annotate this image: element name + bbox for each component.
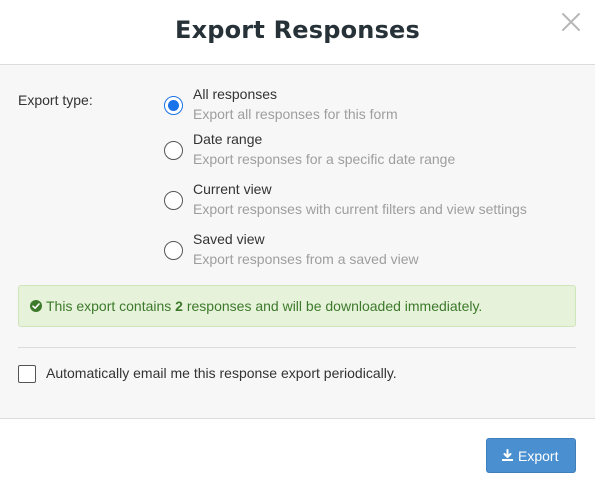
export-type-label: Export type: [18,92,93,108]
option-date-range[interactable]: Date range Export responses for a specif… [164,131,574,173]
option-description: Export responses for a specific date ran… [193,151,456,167]
auto-email-label: Automatically email me this response exp… [46,365,397,381]
option-title: Date range [193,131,263,147]
option-saved-view[interactable]: Saved view Export responses from a saved… [164,231,574,273]
option-title: All responses [193,86,278,102]
alert-text-before: This export contains [46,298,176,314]
option-description: Export all responses for this form [193,106,398,122]
dialog-body: Export type: All responses Export all re… [0,65,595,419]
option-all-responses[interactable]: All responses Export all responses for t… [164,86,574,128]
check-circle-icon [30,300,42,312]
radio-current-view[interactable] [164,191,183,210]
response-count: 2 [175,298,183,314]
dialog-footer: Export [0,419,595,491]
dialog-header: Export Responses [0,0,595,65]
close-icon [562,13,580,31]
option-current-view[interactable]: Current view Export responses with curre… [164,181,574,223]
option-description: Export responses from a saved view [193,251,419,267]
alert-text: This export contains 2 responses and wil… [46,298,482,314]
option-title: Saved view [193,231,265,247]
export-info-alert: This export contains 2 responses and wil… [18,285,576,327]
radio-saved-view[interactable] [164,241,183,260]
divider [18,347,576,348]
export-button-label: Export [518,448,559,464]
radio-date-range[interactable] [164,141,183,160]
auto-email-checkbox[interactable] [18,365,36,383]
auto-email-option[interactable]: Automatically email me this response exp… [18,364,438,384]
option-title: Current view [193,181,272,197]
radio-all-responses[interactable] [164,96,183,115]
download-icon [502,449,513,461]
export-button[interactable]: Export [486,438,576,473]
alert-text-after: responses and will be downloaded immedia… [182,298,483,314]
option-description: Export responses with current filters an… [193,201,527,217]
export-responses-dialog: Export Responses Export type: All respon… [0,0,595,491]
dialog-title: Export Responses [174,16,421,44]
close-button[interactable] [560,11,582,33]
